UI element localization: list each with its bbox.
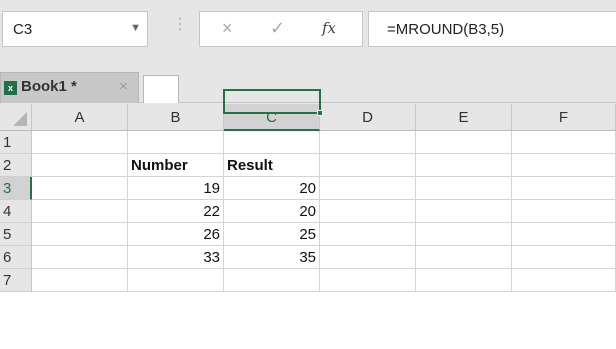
cell-f1[interactable] [512,131,616,154]
formula-bar: C3 ▼ ⋮ × ✓ fx =MROUND(B3,5) [0,0,616,60]
row-header-7[interactable]: 7 [0,269,32,292]
cell-f3[interactable] [512,177,616,200]
formula-text: =MROUND(B3,5) [387,21,505,38]
new-tab-button[interactable] [143,75,179,103]
cell-d2[interactable] [320,154,416,177]
cell-d1[interactable] [320,131,416,154]
column-header-a[interactable]: A [32,104,128,131]
insert-function-icon[interactable]: fx [322,19,336,37]
cell-c1[interactable] [224,131,320,154]
excel-icon: x [4,81,17,95]
formula-buttons: × ✓ fx [199,11,363,47]
name-box-value: C3 [13,21,33,38]
cell-e4[interactable] [416,200,512,223]
tab-book1[interactable]: x Book1 * × [0,72,139,103]
cell-b2[interactable]: Number [128,154,224,177]
cell-a2[interactable] [32,154,128,177]
cell-a6[interactable] [32,246,128,269]
row-header-6[interactable]: 6 [0,246,32,269]
cell-b6[interactable]: 33 [128,246,224,269]
cell-f2[interactable] [512,154,616,177]
column-header-c[interactable]: C [224,104,320,131]
cell-f5[interactable] [512,223,616,246]
cell-a3[interactable] [32,177,128,200]
cell-e1[interactable] [416,131,512,154]
cell-a1[interactable] [32,131,128,154]
cell-e3[interactable] [416,177,512,200]
name-box-dropdown-icon[interactable]: ▼ [130,22,141,34]
cell-c4[interactable]: 20 [224,200,320,223]
cell-c3[interactable]: 20 [224,177,320,200]
cell-c5[interactable]: 25 [224,223,320,246]
cell-e7[interactable] [416,269,512,292]
formula-bar-grip-icon: ⋮ [172,16,188,33]
cell-c2[interactable]: Result [224,154,320,177]
row-header-5[interactable]: 5 [0,223,32,246]
row-header-3[interactable]: 3 [0,177,32,200]
row-header-4[interactable]: 4 [0,200,32,223]
cell-c6[interactable]: 35 [224,246,320,269]
cell-e5[interactable] [416,223,512,246]
cell-b4[interactable]: 22 [128,200,224,223]
fill-handle[interactable] [317,110,323,116]
cell-a5[interactable] [32,223,128,246]
column-header-b[interactable]: B [128,104,224,131]
cell-d6[interactable] [320,246,416,269]
column-header-d[interactable]: D [320,104,416,131]
cell-b3[interactable]: 19 [128,177,224,200]
cell-f7[interactable] [512,269,616,292]
close-tab-icon[interactable]: × [119,78,128,95]
cell-d7[interactable] [320,269,416,292]
name-box[interactable]: C3 ▼ [2,11,148,47]
cell-e2[interactable] [416,154,512,177]
cancel-icon[interactable]: × [222,18,233,39]
cell-e6[interactable] [416,246,512,269]
row-header-2[interactable]: 2 [0,154,32,177]
spreadsheet-grid[interactable]: A B C D E F 1 2 3 4 5 6 7 Number Result 19… [0,104,616,349]
column-header-e[interactable]: E [416,104,512,131]
row-header-1[interactable]: 1 [0,131,32,154]
cell-f6[interactable] [512,246,616,269]
column-header-f[interactable]: F [512,104,616,131]
cell-d4[interactable] [320,200,416,223]
cell-d3[interactable] [320,177,416,200]
select-all-button[interactable] [0,104,32,131]
enter-icon[interactable]: ✓ [270,18,285,39]
cell-d5[interactable] [320,223,416,246]
cell-b1[interactable] [128,131,224,154]
cell-b5[interactable]: 26 [128,223,224,246]
cell-a7[interactable] [32,269,128,292]
tab-label: Book1 * [21,78,77,95]
formula-input[interactable]: =MROUND(B3,5) [368,11,616,47]
cell-b7[interactable] [128,269,224,292]
cell-f4[interactable] [512,200,616,223]
workbook-tab-strip: x Book1 * × [0,60,616,103]
cell-a4[interactable] [32,200,128,223]
cell-c7[interactable] [224,269,320,292]
